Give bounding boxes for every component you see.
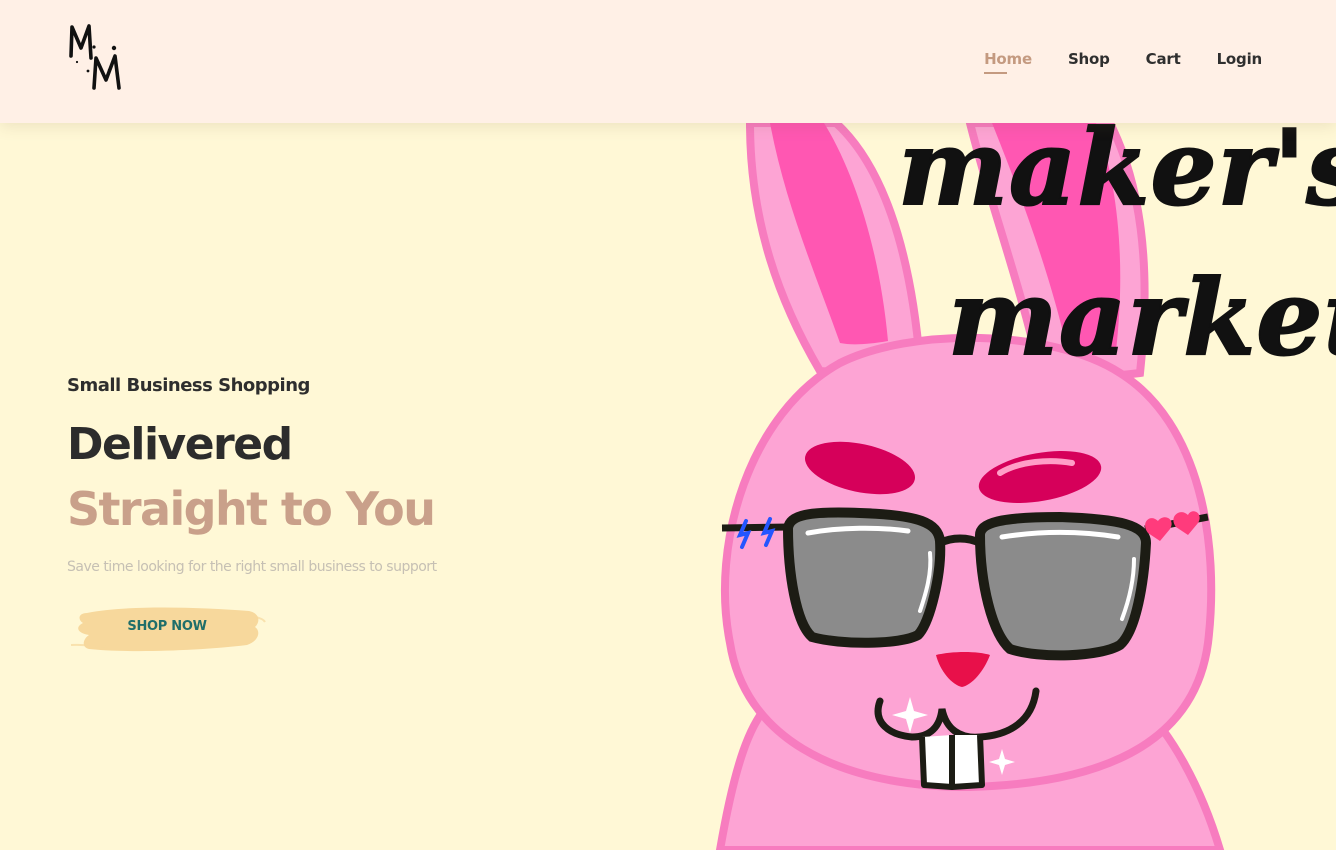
logo[interactable] [64, 18, 134, 94]
nav-login-link[interactable]: Login [1217, 48, 1263, 70]
hero-eyebrow: Small Business Shopping [67, 375, 310, 396]
shop-now-label: SHOP NOW [127, 619, 207, 634]
nav-shop-link[interactable]: Shop [1068, 48, 1110, 70]
landing-page: Home Shop Cart Login Small Business Shop… [0, 0, 1336, 850]
nav-home-link[interactable]: Home [984, 48, 1032, 74]
hero-subtext: Save time looking for the right small bu… [67, 559, 437, 575]
brand-lettering-line1: maker's [897, 106, 1336, 229]
hero-headline-line2: Straight to You [67, 482, 436, 536]
site-header: Home Shop Cart Login [0, 0, 1336, 123]
shop-now-button[interactable]: SHOP NOW [67, 601, 267, 657]
nav-cart-link[interactable]: Cart [1146, 48, 1181, 70]
hero-section: Small Business Shopping Delivered Straig… [67, 373, 437, 657]
brand-lettering-line2: market [947, 256, 1336, 379]
hero-headline-line1: Delivered [67, 419, 293, 470]
main-nav: Home Shop Cart Login [984, 48, 1263, 74]
bunny-illustration [715, 123, 1225, 850]
